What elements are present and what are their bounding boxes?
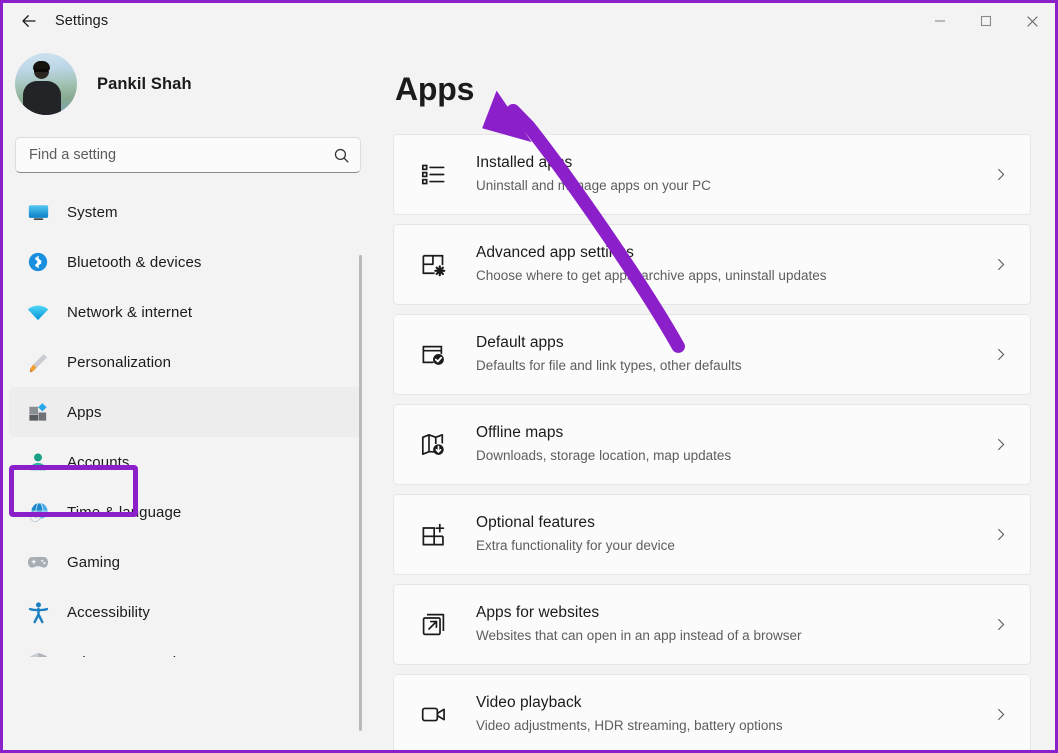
person-icon bbox=[25, 449, 51, 475]
chevron-right-icon bbox=[993, 257, 1008, 272]
grid-plus-icon bbox=[418, 520, 448, 550]
close-button[interactable] bbox=[1009, 3, 1055, 39]
map-download-icon bbox=[418, 430, 448, 460]
sidebar-item-label: Apps bbox=[67, 404, 102, 421]
card-subtitle: Choose where to get apps, archive apps, … bbox=[476, 266, 993, 286]
sidebar-item-label: Bluetooth & devices bbox=[67, 254, 201, 271]
window-body: Pankil Shah bbox=[3, 39, 1055, 750]
bluetooth-icon bbox=[25, 249, 51, 275]
card-apps-for-websites[interactable]: Apps for websites Websites that can open… bbox=[393, 584, 1031, 665]
sidebar-item-bluetooth-devices[interactable]: Bluetooth & devices bbox=[9, 237, 361, 287]
card-subtitle: Downloads, storage location, map updates bbox=[476, 446, 993, 466]
chevron-right-icon bbox=[993, 707, 1008, 722]
settings-card-list: Installed apps Uninstall and manage apps… bbox=[393, 134, 1031, 750]
window-title: Settings bbox=[55, 13, 108, 29]
chevron-right-icon bbox=[993, 437, 1008, 452]
card-title: Apps for websites bbox=[476, 603, 993, 624]
sidebar-item-accounts[interactable]: Accounts bbox=[9, 437, 361, 487]
card-title: Installed apps bbox=[476, 153, 993, 174]
settings-window: Settings bbox=[0, 0, 1058, 753]
avatar-torso bbox=[23, 81, 61, 115]
wifi-icon bbox=[25, 299, 51, 325]
clock-globe-icon bbox=[25, 499, 51, 525]
apps-icon bbox=[25, 399, 51, 425]
monitor-icon bbox=[25, 199, 51, 225]
sidebar-item-label: Personalization bbox=[67, 354, 171, 371]
sidebar-item-time-language[interactable]: Time & language bbox=[9, 487, 361, 537]
back-button[interactable] bbox=[9, 5, 49, 37]
sidebar-item-apps[interactable]: Apps bbox=[9, 387, 361, 437]
external-link-icon bbox=[418, 610, 448, 640]
minimize-icon bbox=[934, 15, 946, 27]
card-subtitle: Websites that can open in an app instead… bbox=[476, 626, 993, 646]
card-text: Advanced app settings Choose where to ge… bbox=[476, 243, 993, 285]
card-text: Installed apps Uninstall and manage apps… bbox=[476, 153, 993, 195]
card-text: Optional features Extra functionality fo… bbox=[476, 513, 993, 555]
profile-name: Pankil Shah bbox=[97, 75, 192, 94]
sidebar-item-label: Accessibility bbox=[67, 604, 150, 621]
card-title: Default apps bbox=[476, 333, 993, 354]
chevron-right-icon bbox=[993, 167, 1008, 182]
card-subtitle: Extra functionality for your device bbox=[476, 536, 993, 556]
card-installed-apps[interactable]: Installed apps Uninstall and manage apps… bbox=[393, 134, 1031, 215]
card-title: Offline maps bbox=[476, 423, 993, 444]
card-video-playback[interactable]: Video playback Video adjustments, HDR st… bbox=[393, 674, 1031, 750]
title-bar: Settings bbox=[3, 3, 1055, 39]
sidebar-item-system[interactable]: System bbox=[9, 187, 361, 237]
card-default-apps[interactable]: Default apps Defaults for file and link … bbox=[393, 314, 1031, 395]
maximize-icon bbox=[980, 15, 992, 27]
close-icon bbox=[1026, 15, 1039, 28]
card-text: Default apps Defaults for file and link … bbox=[476, 333, 993, 375]
sidebar-item-label: Accounts bbox=[67, 454, 130, 471]
card-text: Offline maps Downloads, storage location… bbox=[476, 423, 993, 465]
avatar-glasses bbox=[34, 69, 48, 72]
search-input[interactable] bbox=[29, 147, 333, 163]
gamepad-icon bbox=[25, 549, 51, 575]
card-optional-features[interactable]: Optional features Extra functionality fo… bbox=[393, 494, 1031, 575]
sidebar-item-privacy-security[interactable]: Privacy & security bbox=[9, 637, 361, 657]
sidebar-scrollbar[interactable] bbox=[359, 255, 362, 731]
card-title: Advanced app settings bbox=[476, 243, 993, 264]
card-subtitle: Video adjustments, HDR streaming, batter… bbox=[476, 716, 993, 736]
sidebar-item-gaming[interactable]: Gaming bbox=[9, 537, 361, 587]
back-arrow-icon bbox=[20, 12, 38, 30]
list-apps-icon bbox=[418, 160, 448, 190]
minimize-button[interactable] bbox=[917, 3, 963, 39]
search-icon[interactable] bbox=[333, 147, 350, 164]
chevron-right-icon bbox=[993, 527, 1008, 542]
shield-icon bbox=[25, 649, 51, 657]
user-profile[interactable]: Pankil Shah bbox=[3, 41, 381, 127]
sidebar-item-label: System bbox=[67, 204, 118, 221]
chevron-right-icon bbox=[993, 347, 1008, 362]
card-subtitle: Defaults for file and link types, other … bbox=[476, 356, 993, 376]
card-title: Video playback bbox=[476, 693, 993, 714]
maximize-button[interactable] bbox=[963, 3, 1009, 39]
sidebar-item-personalization[interactable]: Personalization bbox=[9, 337, 361, 387]
window-controls bbox=[917, 3, 1055, 39]
sidebar-item-network-internet[interactable]: Network & internet bbox=[9, 287, 361, 337]
sidebar-nav: System Bluetooth & devices bbox=[3, 187, 381, 657]
sidebar: Pankil Shah bbox=[3, 39, 381, 750]
window-gear-icon bbox=[418, 250, 448, 280]
sidebar-item-accessibility[interactable]: Accessibility bbox=[9, 587, 361, 637]
chevron-right-icon bbox=[993, 617, 1008, 632]
card-offline-maps[interactable]: Offline maps Downloads, storage location… bbox=[393, 404, 1031, 485]
sidebar-item-label: Network & internet bbox=[67, 304, 192, 321]
accessibility-icon bbox=[25, 599, 51, 625]
video-camera-icon bbox=[418, 700, 448, 730]
main-content: Apps Install bbox=[381, 39, 1055, 750]
sidebar-item-label: Privacy & security bbox=[67, 654, 188, 658]
sidebar-item-label: Gaming bbox=[67, 554, 120, 571]
card-subtitle: Uninstall and manage apps on your PC bbox=[476, 176, 993, 196]
card-title: Optional features bbox=[476, 513, 993, 534]
card-text: Video playback Video adjustments, HDR st… bbox=[476, 693, 993, 735]
window-check-icon bbox=[418, 340, 448, 370]
paintbrush-icon bbox=[25, 349, 51, 375]
avatar bbox=[15, 53, 77, 115]
card-text: Apps for websites Websites that can open… bbox=[476, 603, 993, 645]
card-advanced-app-settings[interactable]: Advanced app settings Choose where to ge… bbox=[393, 224, 1031, 305]
search-box[interactable] bbox=[15, 137, 361, 173]
sidebar-item-label: Time & language bbox=[67, 504, 181, 521]
page-title: Apps bbox=[395, 71, 1031, 108]
